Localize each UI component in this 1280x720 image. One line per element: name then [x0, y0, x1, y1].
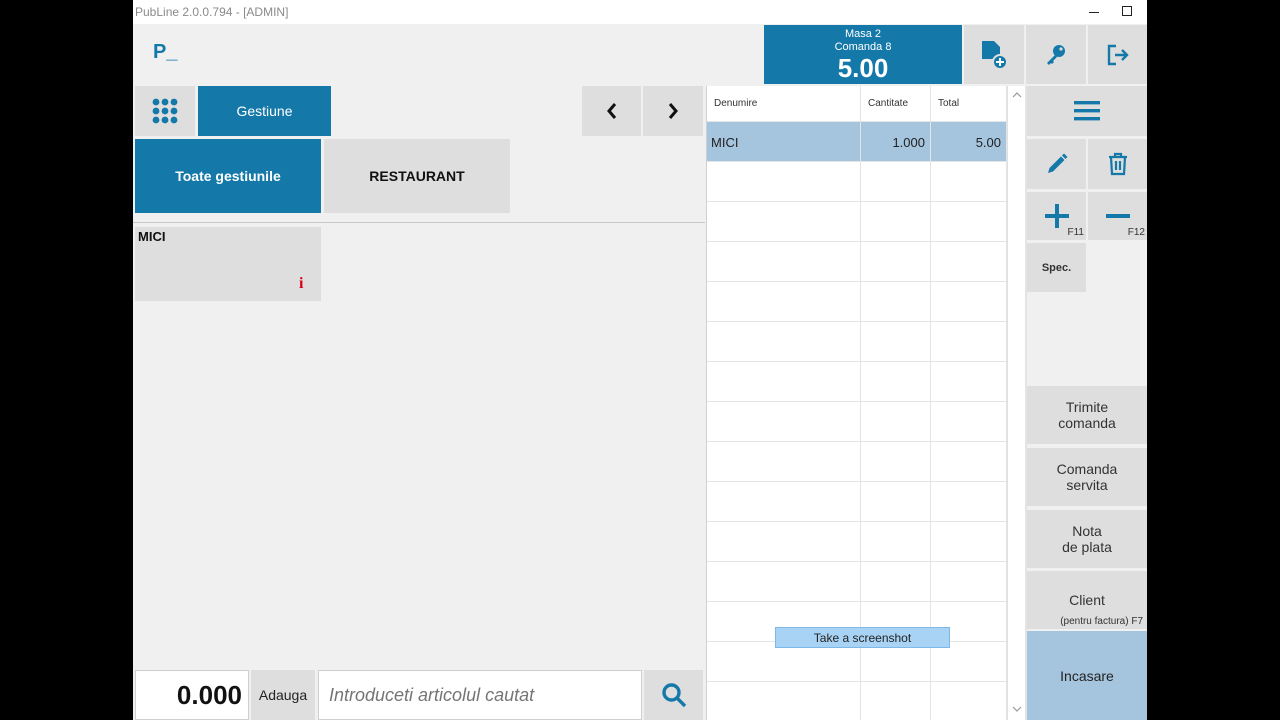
delete-button[interactable] [1088, 139, 1147, 189]
new-document-icon [982, 40, 1008, 70]
quantity-input[interactable]: 0.000 [135, 670, 249, 720]
order-total-panel: Masa 2 Comanda 8 5.00 [764, 25, 962, 84]
table-label: Masa 2 [844, 27, 882, 40]
prev-page-button[interactable] [582, 86, 641, 136]
screenshot-tooltip: Take a screenshot [775, 627, 950, 648]
table-row [707, 402, 1007, 442]
client-sublabel: (pentru factura) F7 [1060, 616, 1143, 627]
table-row [707, 162, 1007, 202]
send-order-label-line2: comanda [1058, 415, 1116, 431]
column-header-total: Total [931, 86, 1007, 122]
send-order-label-line1: Trimite [1065, 399, 1109, 415]
app-logo: P_ [153, 41, 178, 63]
scroll-down-icon[interactable] [1012, 706, 1022, 712]
chevron-left-icon [606, 103, 616, 119]
column-header-name: Denumire [707, 86, 861, 122]
logout-icon [1107, 44, 1129, 65]
send-order-button[interactable]: Trimite comanda [1027, 386, 1147, 444]
maximize-button[interactable] [1107, 0, 1147, 22]
tab-all-gestiuni[interactable]: Toate gestiunile [135, 139, 321, 213]
table-row [707, 282, 1007, 322]
table-row [707, 682, 1007, 720]
table-row [707, 442, 1007, 482]
tab-restaurant[interactable]: RESTAURANT [324, 139, 510, 213]
bill-button[interactable]: Nota de plata [1027, 510, 1147, 568]
product-tile[interactable]: MICI i [135, 227, 321, 301]
window-title: PubLine 2.0.0.794 - [ADMIN] [135, 5, 289, 19]
increase-key-hint: F11 [1067, 227, 1085, 238]
product-name: MICI [138, 229, 166, 244]
grid-menu-button[interactable] [135, 86, 195, 136]
order-served-label-line2: servita [1066, 477, 1108, 493]
scroll-up-icon[interactable] [1012, 92, 1022, 98]
new-document-button[interactable] [964, 25, 1024, 84]
increase-quantity-button[interactable]: F11 [1027, 192, 1086, 240]
row-item-total: 5.00 [931, 122, 1007, 162]
column-header-quantity: Cantitate [861, 86, 931, 122]
search-input[interactable] [318, 670, 642, 720]
order-table-scrollbar[interactable] [1007, 86, 1025, 720]
title-bar: PubLine 2.0.0.794 - [ADMIN] [133, 0, 1147, 24]
pencil-icon [1047, 153, 1067, 173]
row-item-quantity: 1.000 [861, 122, 931, 162]
order-label: Comanda 8 [834, 40, 892, 53]
decrease-quantity-button[interactable]: F12 [1088, 192, 1147, 240]
menu-button[interactable] [1027, 86, 1147, 136]
search-icon [661, 683, 686, 708]
order-table: Denumire Cantitate Total MICI 1.000 5.00 [706, 86, 1007, 720]
next-page-button[interactable] [643, 86, 703, 136]
pay-button[interactable]: Incasare [1027, 631, 1147, 720]
info-icon[interactable]: i [299, 275, 303, 293]
table-row [707, 322, 1007, 362]
grid-icon [152, 98, 178, 124]
decrease-key-hint: F12 [1127, 227, 1145, 238]
maximize-icon [1122, 6, 1132, 16]
table-row-selected[interactable]: MICI 1.000 5.00 [707, 122, 1007, 162]
order-total: 5.00 [837, 52, 889, 83]
minus-icon [1105, 214, 1130, 218]
divider [133, 222, 705, 223]
trash-icon [1108, 152, 1127, 176]
edit-button[interactable] [1027, 139, 1086, 189]
table-row [707, 202, 1007, 242]
hamburger-icon [1074, 101, 1100, 121]
order-served-label-line1: Comanda [1056, 461, 1118, 477]
key-button[interactable] [1026, 25, 1086, 84]
app-window: PubLine 2.0.0.794 - [ADMIN] P_ Masa 2 Co… [133, 0, 1147, 720]
bill-label-line1: Nota [1072, 523, 1102, 539]
table-row [707, 242, 1007, 282]
client-button[interactable]: Client (pentru factura) F7 [1027, 571, 1147, 629]
row-item-name: MICI [707, 122, 861, 162]
table-row [707, 362, 1007, 402]
plus-icon [1044, 204, 1069, 228]
special-button[interactable]: Spec. [1027, 243, 1086, 292]
table-row [707, 642, 1007, 682]
logout-button[interactable] [1088, 25, 1147, 84]
order-served-button[interactable]: Comanda servita [1027, 448, 1147, 506]
chevron-right-icon [668, 103, 678, 119]
gestiune-button[interactable]: Gestiune [198, 86, 331, 136]
client-label: Client [1069, 592, 1105, 608]
search-button[interactable] [644, 670, 703, 720]
bill-label-line2: de plata [1062, 539, 1112, 555]
add-button[interactable]: Adauga [251, 670, 315, 720]
minimize-icon [1089, 11, 1099, 13]
key-icon [1047, 44, 1065, 65]
table-row [707, 482, 1007, 522]
table-row [707, 522, 1007, 562]
table-row [707, 562, 1007, 602]
